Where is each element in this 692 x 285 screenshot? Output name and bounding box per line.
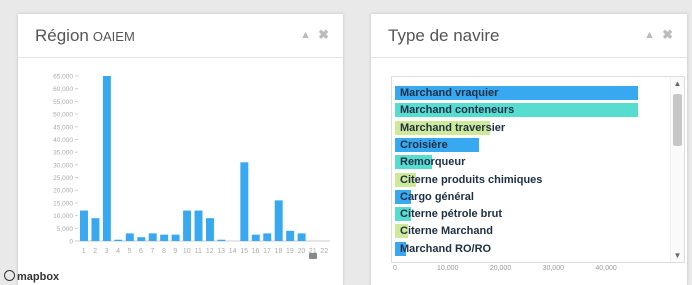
- bar: [80, 210, 88, 241]
- y-tick-label: 55,000: [53, 99, 73, 106]
- x-tick-label: 2: [93, 248, 97, 255]
- y-tick-label: 5,000: [57, 226, 74, 233]
- bar: [206, 218, 214, 241]
- x-tick-label: 13: [217, 248, 225, 255]
- x-tick-label: 1: [82, 248, 86, 255]
- y-tick-label: 20,000: [53, 188, 73, 195]
- x-tick-label: 3: [105, 248, 109, 255]
- bar: [125, 233, 134, 241]
- vessel-x-axis: 0 10,000 20,000 30,000 40,000: [393, 265, 617, 272]
- x-tick-label: 16: [252, 248, 260, 255]
- y-tick-label: 50,000: [53, 112, 73, 119]
- bar: [114, 239, 123, 241]
- bar: [91, 218, 100, 241]
- y-tick-label: 0: [69, 239, 73, 246]
- bar: [160, 234, 169, 241]
- y-tick-label: 60,000: [53, 86, 73, 93]
- lock-icon: [309, 253, 317, 259]
- bar: [102, 76, 111, 241]
- x-tick-label: 9: [173, 248, 177, 255]
- x-tick-label: 11: [195, 248, 202, 255]
- x-tick-label: 6: [139, 248, 143, 255]
- x-tick-label: 20: [297, 248, 305, 255]
- mapbox-logo-icon: [4, 270, 15, 281]
- y-tick-label: 30,000: [53, 162, 73, 169]
- x-tick-label: 10: [183, 248, 191, 255]
- region-bar-chart: 0 5,000 10,000 15,000 20,000 25,000 30,000 35,0…: [53, 74, 330, 255]
- y-tick-label: 45,000: [53, 124, 73, 131]
- x-tick-label: 0: [393, 265, 397, 272]
- y-tick-label: 40,000: [53, 137, 73, 144]
- vessel-type-panel: Type de navire ▲ ✖ ▲ ▼ Marchand vraquier…: [371, 14, 687, 285]
- x-tick-label: 8: [162, 248, 166, 255]
- x-tick-label: 5: [128, 248, 132, 255]
- bar: [217, 239, 226, 241]
- bar: [274, 200, 283, 241]
- x-tick-label: 22: [320, 248, 328, 255]
- y-tick-label: 10,000: [53, 213, 73, 220]
- bar: [251, 234, 260, 241]
- mapbox-attribution[interactable]: mapbox: [4, 270, 59, 283]
- bar: [171, 234, 180, 241]
- bar: [286, 230, 295, 241]
- y-tick-label: 15,000: [53, 200, 73, 207]
- x-tick-label: 18: [275, 248, 283, 255]
- bar: [240, 162, 249, 241]
- bar: [263, 233, 272, 241]
- bar: [148, 233, 157, 241]
- x-tick-label: 10,000: [437, 265, 459, 272]
- y-tick-label: 65,000: [53, 74, 73, 81]
- bar: [137, 237, 146, 241]
- region-panel: Région OAIEM ▲ ✖ 0 5,000 10,000 15,000 20,000…: [18, 14, 343, 285]
- bar: [183, 210, 192, 241]
- x-tick-label: 15: [240, 248, 248, 255]
- x-tick-label: 12: [206, 248, 214, 255]
- y-tick-label: 25,000: [53, 175, 73, 182]
- x-tick-label: 20,000: [490, 265, 512, 272]
- y-tick-label: 35,000: [53, 150, 73, 157]
- bar: [194, 210, 203, 241]
- bar: [297, 233, 306, 241]
- x-tick-label: 14: [229, 248, 237, 255]
- x-tick-label: 17: [263, 248, 271, 255]
- x-tick-label: 30,000: [543, 265, 565, 272]
- x-tick-label: 40,000: [595, 265, 617, 272]
- x-tick-label: 19: [286, 248, 294, 255]
- mapbox-label: mapbox: [17, 271, 60, 283]
- x-tick-label: 7: [151, 248, 155, 255]
- x-tick-label: 4: [116, 248, 120, 255]
